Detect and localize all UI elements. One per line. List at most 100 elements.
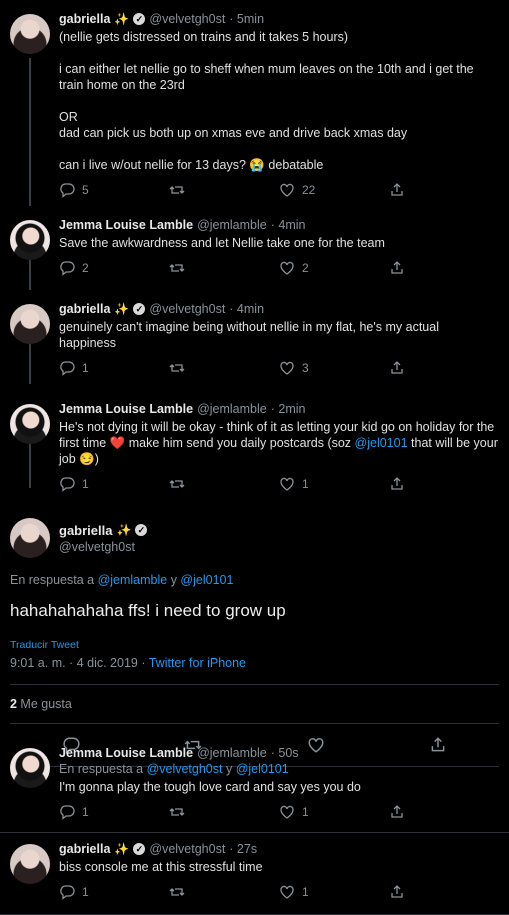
retweet-button[interactable] — [169, 476, 279, 492]
avatar[interactable] — [10, 748, 50, 788]
share-button[interactable] — [389, 260, 499, 276]
tweet-text: I'm gonna play the tough love card and s… — [59, 780, 361, 794]
retweet-button[interactable] — [169, 804, 279, 820]
like-button[interactable]: 1 — [279, 804, 389, 820]
reply-button[interactable]: 1 — [59, 360, 169, 376]
author-name[interactable]: Jemma Louise Lamble — [59, 746, 193, 760]
share-icon — [391, 805, 403, 818]
mention-link[interactable]: @jemlamble — [98, 573, 168, 587]
reply-button[interactable]: 1 — [59, 884, 169, 900]
tweet-datetime[interactable]: 9:01 a. m. · 4 dic. 2019 · — [10, 656, 149, 670]
sparkle-emoji: ✨ — [116, 523, 132, 537]
reply-context: En respuesta a @jemlamble y @jel0101 — [10, 573, 499, 587]
tweet[interactable]: gabriella ✨ ✓ @velvetgh0st · 4min genuin… — [0, 291, 509, 391]
share-icon — [391, 183, 403, 196]
focused-tweet: gabriella ✨ ✓ @velvetgh0st En respuesta … — [0, 508, 509, 767]
heart-icon — [280, 361, 294, 375]
tweet-source[interactable]: Twitter for iPhone — [149, 656, 246, 670]
verified-icon: ✓ — [133, 13, 146, 25]
author-name[interactable]: gabriella — [59, 302, 110, 316]
author-handle[interactable]: @velvetgh0st — [149, 12, 225, 26]
avatar[interactable] — [10, 220, 50, 260]
author-name[interactable]: Jemma Louise Lamble — [59, 402, 193, 416]
like-count: 2 — [302, 261, 309, 275]
tweet-text: Save the awkwardness and let Nellie take… — [59, 236, 385, 250]
like-count: 1 — [302, 885, 309, 899]
avatar[interactable] — [10, 844, 50, 884]
tweet-text: hahahahahaha ffs! i need to grow up — [10, 601, 286, 620]
share-button[interactable] — [389, 360, 499, 376]
like-button[interactable]: 2 — [279, 260, 389, 276]
avatar[interactable] — [10, 304, 50, 344]
mention-link[interactable]: @jel0101 — [180, 573, 233, 587]
author-handle[interactable]: @velvetgh0st — [149, 842, 225, 856]
avatar[interactable] — [10, 14, 50, 54]
timestamp[interactable]: · 2min — [271, 402, 306, 416]
reply-button[interactable]: 1 — [59, 804, 169, 820]
mention-link[interactable]: @velvetgh0st — [147, 762, 223, 776]
translate-link[interactable]: Traducir Tweet — [10, 639, 499, 651]
sparkle-emoji: ✨ — [114, 842, 130, 856]
likes-label: Me gusta — [16, 697, 72, 711]
reply-and: y — [222, 762, 236, 776]
avatar[interactable] — [10, 518, 50, 558]
sparkle-emoji: ✨ — [114, 302, 130, 316]
reply-button[interactable]: 5 — [59, 182, 169, 198]
tweet[interactable]: gabriella ✨ ✓ @velvetgh0st · 5min (nelli… — [0, 0, 509, 207]
reply-count: 1 — [82, 477, 89, 491]
share-button[interactable] — [389, 804, 499, 820]
reply-context: En respuesta a @velvetgh0st y @jel0101 — [59, 762, 499, 776]
reply-count: 1 — [82, 361, 89, 375]
timestamp[interactable]: · 5min — [229, 12, 264, 26]
timestamp[interactable]: · 4min — [271, 218, 306, 232]
retweet-button[interactable] — [169, 260, 279, 276]
like-count: 1 — [302, 477, 309, 491]
timestamp[interactable]: · 27s — [229, 842, 257, 856]
tweet[interactable]: Jemma Louise Lamble @jemlamble · 4min Sa… — [0, 207, 509, 291]
tweet[interactable]: Jemma Louise Lamble @jemlamble · 2min He… — [0, 391, 509, 508]
tweet-meta: 9:01 a. m. · 4 dic. 2019 · Twitter for i… — [10, 656, 499, 670]
share-icon — [391, 361, 403, 374]
reply-button[interactable]: 1 — [59, 476, 169, 492]
mention-link[interactable]: @jel0101 — [236, 762, 289, 776]
reply-prefix: En respuesta a — [10, 573, 98, 587]
likes-summary[interactable]: 2 Me gusta — [10, 685, 499, 723]
retweet-button[interactable] — [169, 360, 279, 376]
author-name[interactable]: Jemma Louise Lamble — [59, 218, 193, 232]
reply-icon — [60, 805, 75, 820]
like-button[interactable]: 3 — [279, 360, 389, 376]
mention-link[interactable]: @jel0101 — [355, 436, 408, 450]
timestamp[interactable]: · 50s — [271, 746, 299, 760]
timestamp[interactable]: · 4min — [229, 302, 264, 316]
tweet[interactable]: Jemma Louise Lamble @jemlamble · 50s En … — [0, 738, 509, 833]
reply-button[interactable]: 2 — [59, 260, 169, 276]
author-name[interactable]: gabriella — [59, 523, 112, 538]
share-button[interactable] — [389, 476, 499, 492]
like-button[interactable]: 1 — [279, 884, 389, 900]
tweet-text: biss console me at this stressful time — [59, 860, 263, 874]
author-handle[interactable]: @velvetgh0st — [149, 302, 225, 316]
like-button[interactable]: 22 — [279, 182, 389, 198]
reply-count: 1 — [82, 885, 89, 899]
share-button[interactable] — [389, 182, 499, 198]
heart-icon — [280, 261, 294, 275]
retweet-icon — [169, 480, 185, 488]
author-name[interactable]: gabriella — [59, 12, 110, 26]
verified-icon: ✓ — [135, 524, 148, 536]
reply-icon — [60, 183, 75, 198]
avatar[interactable] — [10, 404, 50, 444]
author-handle[interactable]: @jemlamble — [197, 218, 267, 232]
sparkle-emoji: ✨ — [114, 12, 130, 26]
retweet-button[interactable] — [169, 884, 279, 900]
share-button[interactable] — [389, 884, 499, 900]
author-handle[interactable]: @jemlamble — [197, 746, 267, 760]
retweet-button[interactable] — [169, 182, 279, 198]
like-button[interactable]: 1 — [279, 476, 389, 492]
like-count: 22 — [302, 183, 316, 197]
author-handle[interactable]: @velvetgh0st — [59, 540, 147, 554]
author-name[interactable]: gabriella — [59, 842, 110, 856]
heart-icon — [280, 477, 294, 491]
tweet[interactable]: gabriella ✨ ✓ @velvetgh0st · 27s biss co… — [0, 833, 509, 915]
share-icon — [391, 261, 403, 274]
author-handle[interactable]: @jemlamble — [197, 402, 267, 416]
